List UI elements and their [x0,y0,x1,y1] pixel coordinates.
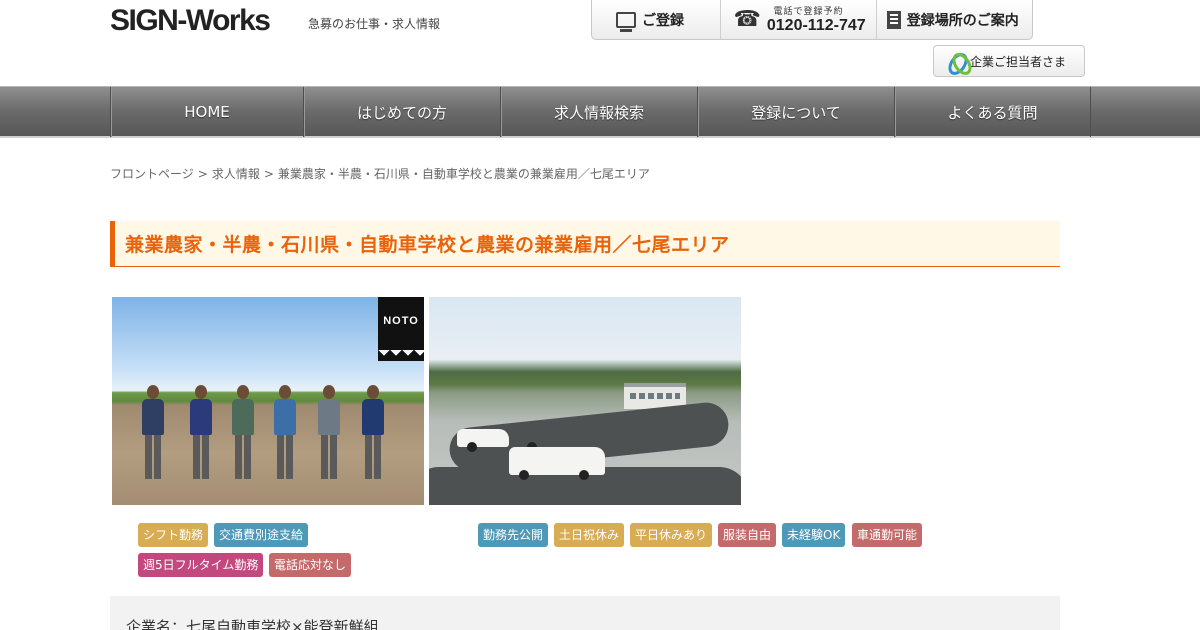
register-button[interactable]: ご登録 [592,0,722,39]
tag-weekends-off: 土日祝休み [554,523,625,547]
photo-figure [232,385,254,479]
global-nav: HOME はじめての方 求人情報検索 登録について よくある質問 [0,86,1200,138]
nav-item-home[interactable]: HOME [111,87,304,137]
company-info: 企業名：七尾自動車学校×能登新鮮組 [110,596,1060,630]
photo-figure [318,385,340,479]
nav-item-beginners[interactable]: はじめての方 [304,87,501,137]
photo-figure [362,385,384,479]
site-header: SIGN-Works 急募のお仕事・求人情報 ご登録 ☎ 電話で登録予約 012… [0,0,1200,86]
staff-photo: NOTO [112,297,424,505]
noto-badge: NOTO [378,297,424,362]
corporate-contact-button[interactable]: 企業ご担当者さま [933,45,1085,77]
photo-figure [274,385,296,479]
location-guide-button[interactable]: 登録場所のご案内 [877,0,1032,39]
phone-reservation-button[interactable]: ☎ 電話で登録予約 0120-112-747 [721,0,877,39]
tag-no-experience: 未経験OK [782,523,846,547]
site-tagline: 急募のお仕事・求人情報 [308,17,441,31]
page-title: 兼業農家・半農・石川県・自動車学校と農業の兼業雇用／七尾エリア [125,234,730,256]
header-actions: ご登録 ☎ 電話で登録予約 0120-112-747 登録場所のご案内 [591,0,1033,40]
tag-weekdays-off: 平日休みあり [630,523,713,547]
computer-icon [616,11,636,32]
register-label: ご登録 [642,12,684,29]
building-icon [886,10,901,29]
driving-school-photo [429,297,741,505]
tag-car-commute: 車通勤可能 [852,523,923,547]
tag-no-phone: 電話応対なし [269,553,352,577]
breadcrumb-link-front[interactable]: フロントページ [110,167,194,181]
corporate-label: 企業ご担当者さま [970,54,1067,69]
tag-casual-dress: 服装自由 [718,523,777,547]
tag-shift-work: シフト勤務 [138,523,209,547]
phone-caption: 電話で登録予約 [773,7,844,17]
breadcrumb-separator: > [197,167,208,181]
photo-figure [142,385,164,479]
photo-figure [190,385,212,479]
car-shape [457,429,509,452]
tag-transport-allowance: 交通費別途支給 [214,523,309,547]
corporate-logo-icon [948,52,966,70]
nav-item-job-search[interactable]: 求人情報検索 [501,87,698,137]
taxi-shape [509,447,605,480]
phone-icon: ☎ [733,6,761,32]
breadcrumb-link-jobs[interactable]: 求人情報 [212,167,260,181]
breadcrumb-current: 兼業農家・半農・石川県・自動車学校と農業の兼業雇用／七尾エリア [277,167,650,181]
company-name: 企業名：七尾自動車学校×能登新鮮組 [126,618,379,630]
location-label: 登録場所のご案内 [906,12,1019,29]
site-logo[interactable]: SIGN-Works [110,4,271,38]
breadcrumb-separator: > [263,167,274,181]
breadcrumb: フロントページ > 求人情報 > 兼業農家・半農・石川県・自動車学校と農業の兼業雇用／七… [110,165,654,182]
nav-item-registration[interactable]: 登録について [698,87,895,137]
nav-item-faq[interactable]: よくある質問 [895,87,1091,137]
page-title-bar: 兼業農家・半農・石川県・自動車学校と農業の兼業雇用／七尾エリア [110,221,1060,267]
tag-employer-public: 勤務先公開 [478,523,549,547]
global-nav-items: HOME はじめての方 求人情報検索 登録について よくある質問 [110,87,1091,137]
tag-fulltime: 週5日フルタイム勤務 [138,553,264,577]
phone-number: 0120-112-747 [766,16,866,34]
noto-badge-label: NOTO [383,315,419,327]
